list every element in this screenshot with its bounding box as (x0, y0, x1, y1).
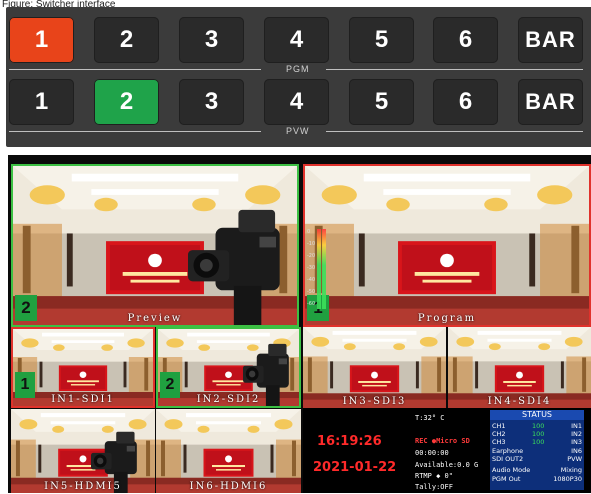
status-row: CH1 100 IN1 (492, 422, 582, 430)
status-row: PGM Out 1080P30 (492, 475, 582, 483)
status-row: SDI OUT2 PVW (492, 455, 582, 463)
input-3-label: IN3-SDI3 (342, 396, 407, 407)
program-label: Program (417, 313, 477, 324)
pvw-bus-divider-left (9, 131, 261, 132)
program-window[interactable]: 1 Program (303, 164, 591, 327)
pgm-button-5[interactable]: 5 (349, 17, 414, 63)
pvw-bus-divider-right (326, 131, 583, 132)
input-1-label: IN1-SDI1 (51, 394, 115, 405)
audio-meter-right-bar (322, 229, 326, 309)
pgm-button-4[interactable]: 4 (264, 17, 329, 63)
status-value: PVW (567, 455, 582, 463)
pvw-button-5[interactable]: 5 (349, 79, 414, 125)
status-row: Earphone IN6 (492, 447, 582, 455)
tally-status: Tally:OFF (415, 483, 453, 491)
pgm-button-6[interactable]: 6 (433, 17, 498, 63)
recording-status: T:32° C REC ●Micro SD 00:00:00 Available… (415, 408, 485, 493)
status-value: IN3 (571, 438, 582, 446)
rec-indicator: REC ●Micro SD (415, 437, 470, 445)
pgm-button-bar[interactable]: BAR (518, 17, 583, 63)
status-level: 100 (532, 430, 545, 438)
preview-window[interactable]: 2 Preview (11, 164, 299, 327)
input-window-1[interactable]: 1 IN1-SDI1 (11, 327, 155, 408)
status-row: Audio Mode Mixing (492, 466, 582, 474)
pgm-bus-divider-left (9, 69, 261, 70)
preview-tally-badge: 2 (15, 295, 37, 321)
temperature-readout: T:32° C (415, 414, 445, 422)
audio-level-meter (317, 229, 326, 309)
rec-time: 00:00:00 (415, 449, 449, 457)
pgm-bus-label: PGM (286, 64, 310, 74)
pvw-button-6[interactable]: 6 (433, 79, 498, 125)
pvw-button-2[interactable]: 2 (94, 79, 159, 125)
status-level: 100 (532, 422, 545, 430)
status-key: CH2 (492, 430, 506, 438)
pgm-button-3[interactable]: 3 (179, 17, 244, 63)
audio-meter-left-bar (317, 229, 321, 309)
status-value: IN1 (571, 422, 582, 430)
input-4-label: IN4-SDI4 (487, 396, 552, 407)
camera-foreground-image (188, 201, 298, 326)
audio-meter-tick: -40 (307, 277, 316, 283)
status-value: IN2 (571, 430, 582, 438)
input-window-6[interactable]: IN6-HDMI6 (156, 409, 301, 493)
status-row: CH3 100 IN3 (492, 438, 582, 446)
pgm-bus-divider-right (326, 69, 583, 70)
pvw-button-bar[interactable]: BAR (518, 79, 583, 125)
info-panel: 16:19:26 2021-01-22 T:32° C REC ●Micro S… (303, 408, 591, 493)
input-window-5[interactable]: IN5-HDMI5 (11, 409, 155, 493)
pvw-button-1[interactable]: 1 (9, 79, 74, 125)
multiview-monitor: 2 Preview 1 Program 0 -10 -20 -30 -40 -5… (8, 155, 591, 493)
audio-meter-tick: -30 (307, 265, 316, 271)
status-panel: STATUS CH1 100 IN1 CH2 100 IN2 CH3 100 I… (490, 410, 584, 490)
input-window-3[interactable]: IN3-SDI3 (303, 327, 446, 408)
pvw-button-4[interactable]: 4 (264, 79, 329, 125)
input-6-label: IN6-HDMI6 (189, 481, 268, 492)
pgm-button-1[interactable]: 1 (9, 17, 74, 63)
status-row: CH2 100 IN2 (492, 430, 582, 438)
status-key: CH3 (492, 438, 506, 446)
input-2-label: IN2-SDI2 (196, 394, 261, 405)
status-value: IN6 (571, 447, 582, 455)
preview-label: Preview (127, 313, 183, 324)
clock-time: 16:19:26 (317, 434, 382, 449)
status-key: CH1 (492, 422, 506, 430)
input-5-label: IN5-HDMI5 (44, 481, 122, 492)
pvw-button-3[interactable]: 3 (179, 79, 244, 125)
status-value: 1080P30 (553, 475, 582, 483)
status-title: STATUS (490, 410, 584, 420)
switcher-panel: 1 2 3 4 5 6 BAR PGM 1 2 3 4 5 6 BAR PVW (6, 7, 591, 147)
input-window-4[interactable]: IN4-SDI4 (448, 327, 591, 408)
pvw-bus-label: PVW (286, 126, 310, 136)
program-scene-image (305, 166, 589, 325)
pgm-button-2[interactable]: 2 (94, 17, 159, 63)
storage-available: Available:0.0 G (415, 461, 479, 469)
status-value: Mixing (560, 466, 582, 474)
audio-meter-tick: -50 (307, 289, 316, 295)
audio-meter-tick: -20 (307, 253, 316, 259)
status-key: PGM Out (492, 475, 521, 483)
status-key: Earphone (492, 447, 524, 455)
rtmp-status: RTMP ◆ 0" (415, 472, 453, 480)
status-level: 100 (532, 438, 545, 446)
audio-meter-tick: -60 (307, 301, 316, 307)
audio-meter-tick: -10 (307, 241, 316, 247)
input-2-tally-badge: 2 (160, 372, 180, 398)
input-1-tally-badge: 1 (15, 372, 35, 398)
audio-meter-tick: 0 (307, 229, 311, 235)
input-window-2[interactable]: 2 IN2-SDI2 (156, 327, 301, 408)
clock-date: 2021-01-22 (313, 460, 397, 475)
status-key: SDI OUT2 (492, 455, 524, 463)
status-key: Audio Mode (492, 466, 531, 474)
